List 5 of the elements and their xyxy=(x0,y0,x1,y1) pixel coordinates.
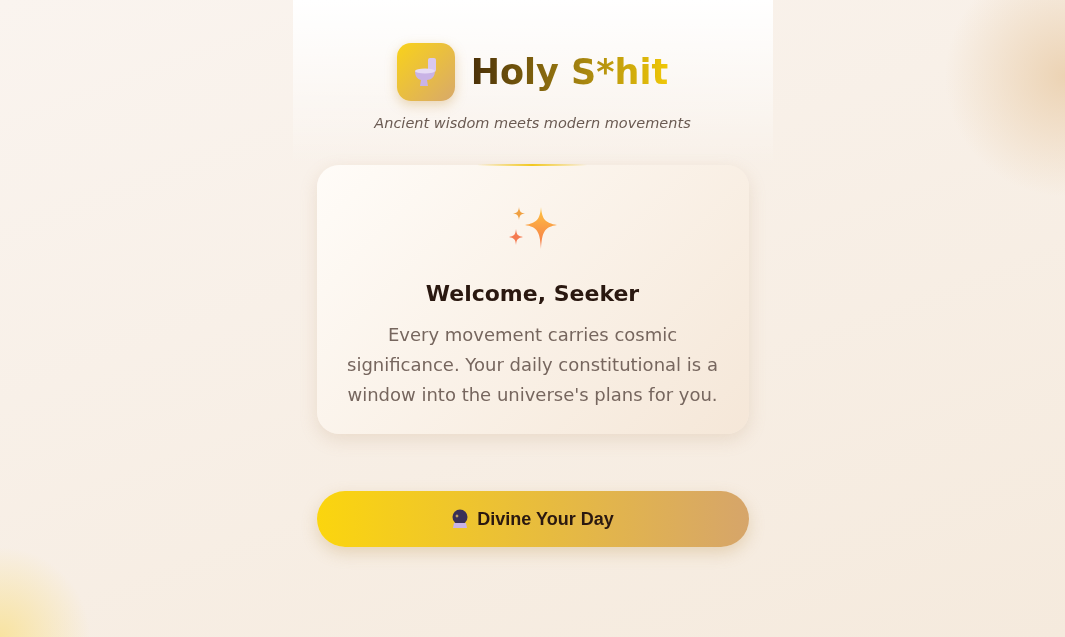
tagline: Ancient wisdom meets modern movements xyxy=(374,115,691,131)
divine-button[interactable]: Divine Your Day xyxy=(316,491,749,547)
crystal-ball-icon xyxy=(451,509,470,529)
welcome-text: Every movement carries cosmic significance. Your daily constitutional is a window into the universe's plans for you. xyxy=(346,323,719,407)
welcome-heading: Welcome, Seeker xyxy=(425,281,640,306)
